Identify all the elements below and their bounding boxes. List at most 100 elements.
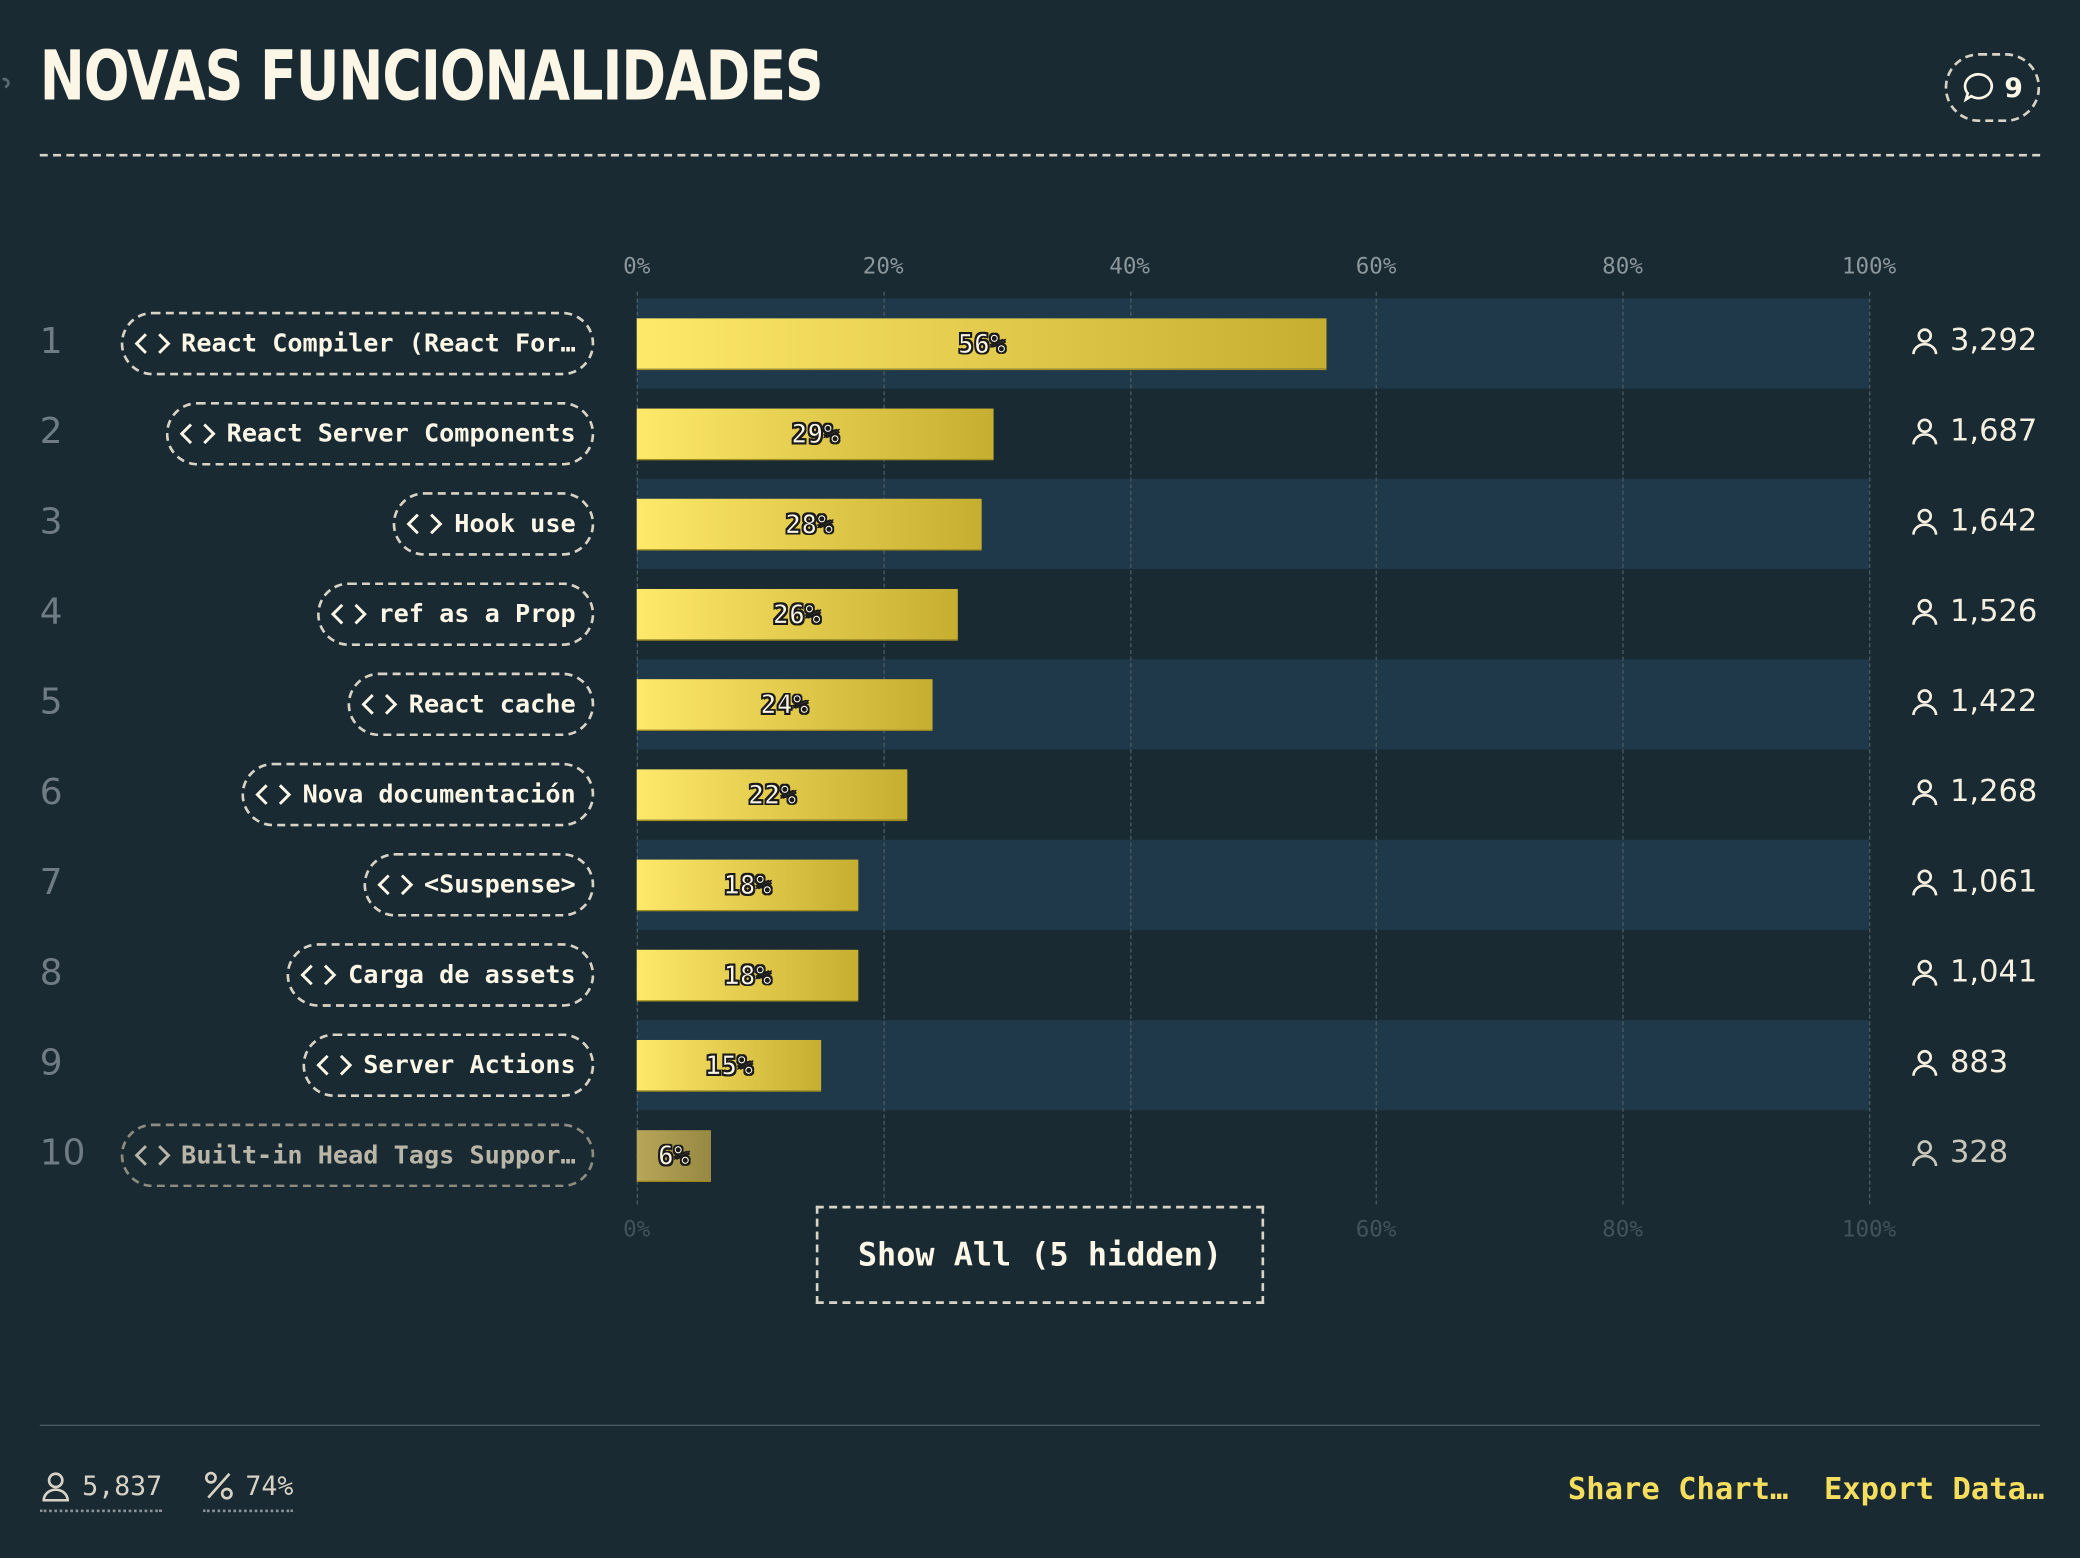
rank-number: 5 xyxy=(39,681,63,723)
rank-number: 1 xyxy=(39,321,63,363)
feature-label: Server Actions xyxy=(363,1050,576,1080)
user-icon xyxy=(1912,1049,1938,1076)
gridline xyxy=(1869,291,1871,1205)
link-icon[interactable] xyxy=(0,72,16,99)
respondent-count-value: 1,422 xyxy=(1949,684,2038,719)
code-icon xyxy=(316,1054,353,1076)
respondent-count: 1,041 xyxy=(1910,955,2038,990)
percent-stat[interactable]: 74% xyxy=(202,1470,294,1513)
feature-label: Carga de assets xyxy=(348,960,576,990)
respondents-value: 5,837 xyxy=(82,1469,163,1502)
chart-page: NOVAS FUNCIONALIDADES 9 0%0%20%20%40%40%… xyxy=(0,0,2080,1557)
bar-value-label: 6% xyxy=(657,1139,690,1172)
chart-title: NOVAS FUNCIONALIDADES xyxy=(39,37,824,117)
feature-label-pill[interactable]: Server Actions xyxy=(302,1033,595,1098)
bar-value-label: 28% xyxy=(785,507,834,540)
show-all-button[interactable]: Show All (5 hidden) xyxy=(815,1205,1265,1304)
bar-value-label: 56% xyxy=(957,327,1006,360)
bar-value-label: 26% xyxy=(772,598,821,631)
respondents-stat[interactable]: 5,837 xyxy=(39,1469,163,1513)
rank-number: 3 xyxy=(39,501,63,543)
respondent-count: 3,292 xyxy=(1910,324,2037,358)
percent-icon xyxy=(204,1471,233,1500)
respondent-count-value: 883 xyxy=(1949,1045,2009,1080)
user-icon xyxy=(1912,869,1938,896)
feature-label-pill[interactable]: Nova documentación xyxy=(241,762,595,827)
comment-count: 9 xyxy=(2004,71,2023,104)
bar-value-label: 18% xyxy=(723,868,772,901)
rank-number: 6 xyxy=(39,772,63,814)
footer-divider xyxy=(39,1424,2041,1426)
feature-label-pill[interactable]: ref as a Prop xyxy=(317,582,595,647)
x-tick-label-top: 20% xyxy=(862,253,904,280)
feature-label: Built-in Head Tags Suppor… xyxy=(181,1140,576,1170)
user-icon xyxy=(1912,418,1938,445)
user-icon xyxy=(1912,598,1938,625)
export-data-link[interactable]: Export Data… xyxy=(1824,1472,2044,1506)
bar-value-label: 18% xyxy=(723,958,772,991)
rank-number: 8 xyxy=(39,952,63,994)
user-icon xyxy=(42,1472,69,1502)
feature-label: React Compiler (React For… xyxy=(181,328,576,359)
code-icon xyxy=(179,423,216,445)
x-tick-label-bottom: 60% xyxy=(1355,1216,1397,1243)
bar-value-label: 15% xyxy=(705,1049,754,1082)
bar-value-label: 29% xyxy=(791,417,840,450)
x-tick-label-top: 100% xyxy=(1841,253,1897,280)
gridline xyxy=(1622,291,1624,1205)
code-icon xyxy=(300,964,337,986)
feature-label: Nova documentación xyxy=(302,779,576,810)
user-icon xyxy=(1912,959,1938,986)
comments-button[interactable]: 9 xyxy=(1944,53,2041,123)
gridline xyxy=(1376,291,1378,1205)
rank-number: 7 xyxy=(39,862,63,904)
respondent-count: 1,642 xyxy=(1910,504,2038,539)
respondent-count: 883 xyxy=(1910,1045,2009,1080)
rank-number: 10 xyxy=(39,1132,86,1174)
rank-number: 2 xyxy=(39,411,63,453)
feature-label-pill[interactable]: React Server Components xyxy=(165,401,595,466)
feature-label-pill[interactable]: Hook use xyxy=(393,492,595,556)
feature-label: React Server Components xyxy=(226,419,576,449)
feature-label: <Suspense> xyxy=(423,870,576,900)
user-icon xyxy=(1912,1140,1938,1167)
feature-label-pill[interactable]: <Suspense> xyxy=(362,852,595,917)
feature-label-pill[interactable]: Built-in Head Tags Suppor… xyxy=(120,1123,595,1188)
respondent-count-value: 3,292 xyxy=(1949,323,2038,359)
code-icon xyxy=(134,1145,170,1166)
gridline xyxy=(1129,291,1131,1205)
respondent-count: 1,061 xyxy=(1910,865,2037,899)
comment-icon xyxy=(1963,72,1994,103)
x-tick-label-top: 80% xyxy=(1602,253,1643,280)
user-icon xyxy=(1912,328,1938,355)
respondent-count-value: 1,642 xyxy=(1949,504,2038,539)
code-icon xyxy=(134,333,170,354)
respondent-count-value: 1,041 xyxy=(1949,955,2038,990)
feature-label: ref as a Prop xyxy=(378,599,576,629)
x-tick-label-bottom: 80% xyxy=(1602,1216,1643,1243)
feature-label: React cache xyxy=(408,689,576,719)
code-icon xyxy=(361,694,398,715)
rank-number: 9 xyxy=(39,1042,63,1084)
respondent-count-value: 1,268 xyxy=(1949,774,2038,810)
rank-number: 4 xyxy=(39,591,63,633)
bar-value-label: 24% xyxy=(760,688,809,721)
respondent-count: 1,268 xyxy=(1910,775,2037,809)
x-tick-label-top: 40% xyxy=(1109,253,1151,280)
feature-label-pill[interactable]: React cache xyxy=(347,672,595,737)
x-tick-label-top: 0% xyxy=(623,253,651,280)
user-icon xyxy=(1912,779,1938,806)
code-icon xyxy=(376,874,413,896)
feature-label: Hook use xyxy=(454,509,576,539)
share-chart-link[interactable]: Share Chart… xyxy=(1568,1472,1788,1506)
row-band xyxy=(636,1020,1870,1111)
feature-label-pill[interactable]: React Compiler (React For… xyxy=(120,311,595,376)
code-icon xyxy=(407,513,444,535)
feature-label-pill[interactable]: Carga de assets xyxy=(287,943,595,1007)
x-tick-label-bottom: 100% xyxy=(1841,1216,1897,1243)
respondent-count: 1,526 xyxy=(1910,594,2037,629)
respondent-count: 1,687 xyxy=(1910,414,2037,448)
user-icon xyxy=(1912,508,1938,535)
code-icon xyxy=(255,784,292,805)
respondent-count-value: 1,687 xyxy=(1949,413,2038,449)
